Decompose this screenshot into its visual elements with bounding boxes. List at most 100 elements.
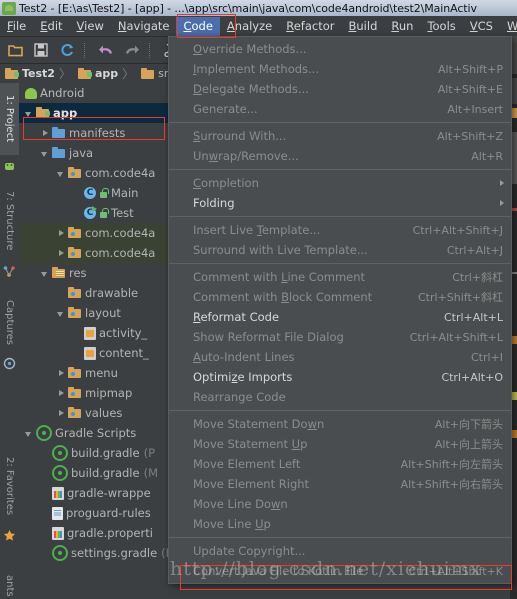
menu-item-surround-with-live-template[interactable]: Surround with Live Template... Ctrl+Alt+J [169,240,511,260]
menu-file[interactable]: File [0,17,33,36]
tree-node-label: Test [111,206,134,220]
tree-expand-arrow-down-icon[interactable] [41,269,50,278]
tree-expand-arrow-down-icon[interactable] [41,149,50,158]
menu-item-surround-with[interactable]: Surround With... Alt+Shift+Z [169,126,511,146]
menu-item-insert-live-template[interactable]: Insert Live Template... Ctrl+Alt+Shift+J [169,220,511,240]
menu-item-show-reformat-file-dialog[interactable]: Show Reformat File Dialog Ctrl+Alt+Shift+… [169,327,511,347]
xml-layout-icon [84,326,96,340]
menu-item-folding[interactable]: Folding [169,193,511,213]
package-folder-icon [68,246,82,260]
tree-node-label: manifests [69,126,126,140]
tree-expand-arrow-down-icon[interactable] [57,169,66,178]
tree-node-label: activity_ [99,326,148,340]
menu-item-move-element-right[interactable]: Move Element Right Alt+Shift+向右箭头 [169,474,511,494]
menu-item-override-methods[interactable]: Override Methods... [169,39,511,59]
menu-item-label: Generate... [193,102,258,116]
menu-item-shortcut: Alt+Shift+Z [437,129,503,143]
menu-item-move-statement-down[interactable]: Move Statement Down Alt+向下箭头 [169,414,511,434]
tree-expand-arrow-right-icon[interactable] [57,409,66,418]
menu-item-unwrap-remove[interactable]: Unwrap/Remove... Alt+R [169,146,511,166]
menu-label: VCS [469,18,493,33]
package-dot [71,251,75,256]
tree-expand-arrow-right-icon[interactable] [57,229,66,238]
menu-item-optimize-imports[interactable]: Optimize Imports Ctrl+Alt+O [169,367,511,387]
menu-item-comment-with-block-comment[interactable]: Comment with Block Comment Ctrl+Shift+斜杠 [169,287,511,307]
menu-item-label: Reformat Code [193,310,280,324]
breadcrumb-label: app [94,67,119,80]
tool-tab-captures[interactable]: Captures [0,291,19,353]
tree-expand-arrow-right-icon[interactable] [57,249,66,258]
menu-item-move-line-up[interactable]: Move Line Up [169,514,511,534]
menu-item-label: Insert Live Template... [193,223,321,237]
menu-analyze[interactable]: Analyze [220,17,279,36]
menu-wind[interactable]: Wind [500,17,517,36]
breadcrumb-separator: 〉 [58,67,71,81]
menu-item-move-element-left[interactable]: Move Element Left Alt+Shift+向左箭头 [169,454,511,474]
package-dot [71,291,75,296]
menu-edit[interactable]: Edit [33,17,69,36]
code-menu-popup: Override Methods... Implement Methods... A… [168,36,512,584]
menu-item-rearrange-code[interactable]: Rearrange Code [169,387,511,407]
menu-view[interactable]: View [70,17,111,36]
tree-expand-arrow-right-icon[interactable] [57,369,66,378]
package-dot [71,171,75,176]
tree-node-label: gradle.properti [67,526,153,540]
res-bars [56,271,64,277]
breadcrumb-item-test2[interactable]: Test2 [0,67,56,81]
menu-build[interactable]: Build [342,17,385,36]
menu-item-shortcut: Ctrl+I [470,350,503,364]
menu-vcs[interactable]: VCS [463,17,500,36]
redo-icon[interactable] [121,39,143,61]
menu-item-shortcut: Ctrl+Alt+Shift+J [412,223,503,237]
tool-tab-label: 1: Project [4,95,15,143]
menu-label: Refactor [286,18,335,33]
tree-node-label: drawable [85,286,139,300]
menu-refactor[interactable]: Refactor [279,17,341,36]
breadcrumb-item-app[interactable]: app [73,67,119,81]
menu-run[interactable]: Run [384,17,420,36]
menu-item-completion[interactable]: Completion [169,173,511,193]
tool-tab-structure[interactable]: 7: Structure [0,181,19,261]
menu-item-label: Comment with Line Comment [193,270,366,284]
open-folder-icon[interactable] [4,39,26,61]
tool-tab-project[interactable]: 1: Project [0,83,19,155]
gradle-icon [36,425,52,441]
menu-item-move-line-down[interactable]: Move Line Down [169,494,511,514]
tool-tab-favorites[interactable]: 2: Favorites [0,449,19,523]
menu-item-comment-with-line-comment[interactable]: Comment with Line Comment Ctrl+斜杠 [169,267,511,287]
tool-tab-label: ants [4,575,15,597]
menu-item-reformat-code[interactable]: Reformat Code Ctrl+Alt+L [169,307,511,327]
xml-layout-icon [84,346,96,360]
menu-navigate[interactable]: Navigate [111,17,177,36]
menu-item-label: Move Element Left [193,457,301,471]
tree-node-label: Gradle Scripts [55,426,137,440]
tree-node-label: com.code4a [85,226,156,240]
menu-item-shortcut: Ctrl+Alt+O [441,370,503,384]
package-folder-icon [68,406,82,420]
tree-node-label: com.code4a [85,166,156,180]
save-all-icon[interactable] [30,39,52,61]
public-visibility-icon [99,207,109,219]
tree-node-label: res [69,266,87,280]
tree-expand-arrow-down-icon[interactable] [25,109,34,118]
menu-separator [169,410,511,411]
menu-item-shortcut: Ctrl+斜杠 [452,271,503,284]
menu-item-auto-indent-lines[interactable]: Auto-Indent Lines Ctrl+I [169,347,511,367]
menu-code[interactable]: Code [176,16,220,36]
tree-node-label: gradle-wrappe [67,486,151,500]
menu-item-implement-methods[interactable]: Implement Methods... Alt+Shift+P [169,59,511,79]
tree-expand-arrow-down-icon[interactable] [57,309,66,318]
menu-item-shortcut: Ctrl+Alt+J [446,243,503,257]
menu-item-generate[interactable]: Generate... Alt+Insert [169,99,511,119]
tool-tab-ants[interactable]: ants [0,569,19,599]
undo-icon[interactable] [95,39,117,61]
menu-tools[interactable]: Tools [420,17,462,36]
tree-expand-arrow-right-icon[interactable] [41,129,50,138]
tree-node-suffix: (P [143,446,156,460]
tree-expand-arrow-right-icon[interactable] [57,389,66,398]
sync-icon[interactable] [56,39,78,61]
tree-expand-arrow-down-icon[interactable] [25,429,34,438]
menu-item-delegate-methods[interactable]: Delegate Methods... Alt+Shift+E [169,79,511,99]
menu-item-move-statement-up[interactable]: Move Statement Up Alt+向上箭头 [169,434,511,454]
